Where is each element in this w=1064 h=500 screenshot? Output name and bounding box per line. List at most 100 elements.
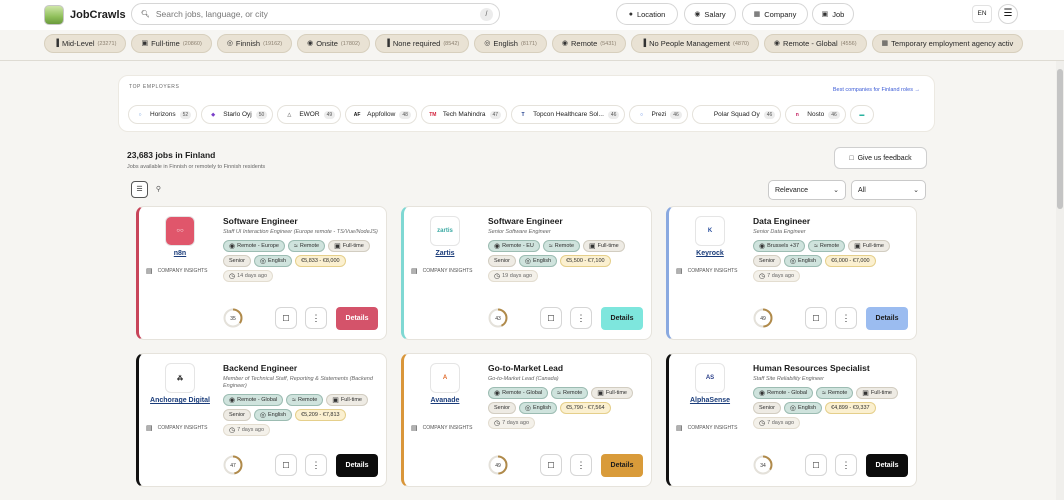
job-tag[interactable]: Senior xyxy=(488,255,516,267)
language-switch[interactable]: EN xyxy=(972,5,992,23)
filter-chip[interactable]: ▦ Temporary employment agency activ xyxy=(871,34,1024,53)
job-tag[interactable]: ◉ Remote - Global xyxy=(488,387,549,399)
sort-select[interactable]: Relevance ⌄ xyxy=(768,180,846,200)
job-tag[interactable]: ≈ Remote xyxy=(286,394,324,406)
employer-chip[interactable]: △ EWOR 49 xyxy=(277,105,342,124)
company-name-link[interactable]: n8n xyxy=(146,250,214,257)
company-insights[interactable]: ▤ COMPANY INSIGHTS xyxy=(411,267,475,275)
job-tag[interactable]: €5,790 - €7,564 xyxy=(560,402,611,414)
employer-chip[interactable]: ○ Prezi 46 xyxy=(629,105,688,124)
company-logo[interactable]: A xyxy=(430,363,460,393)
search-bar[interactable]: 🔍︎ / xyxy=(131,3,500,25)
job-title[interactable]: Human Resources Specialist xyxy=(753,363,911,373)
filter-chip[interactable]: ◉ Remote (5431) xyxy=(551,34,627,53)
filter-chip[interactable]: ◉ Remote - Global (4556) xyxy=(763,34,867,53)
bookmark-icon[interactable]: ☐ xyxy=(275,454,297,476)
list-view-icon[interactable]: ☰ xyxy=(131,181,148,198)
job-tag[interactable]: ▣ Full-time xyxy=(848,240,890,252)
job-tag[interactable]: Senior xyxy=(488,402,516,414)
employer-chip[interactable]: TM Tech Mahindra 47 xyxy=(420,105,508,124)
job-tag[interactable]: ▣ Full-time xyxy=(591,387,633,399)
company-logo[interactable]: ○○ xyxy=(165,216,195,246)
more-options-icon[interactable]: ⋮ xyxy=(570,307,592,329)
details-button[interactable]: Details xyxy=(866,307,908,330)
company-logo[interactable]: zartis xyxy=(430,216,460,246)
job-tag[interactable]: ◉ Remote - Global xyxy=(753,387,814,399)
search-input[interactable] xyxy=(155,9,466,19)
company-insights[interactable]: ▤ COMPANY INSIGHTS xyxy=(146,424,210,432)
employer-chip[interactable]: AF Appfollow 48 xyxy=(345,105,417,124)
more-options-icon[interactable]: ⋮ xyxy=(835,454,857,476)
job-tag[interactable]: ◷ 7 days ago xyxy=(753,270,801,282)
job-tag[interactable]: €4,899 - €9,337 xyxy=(825,402,876,414)
job-button[interactable]: ▣ Job xyxy=(812,3,854,25)
job-tag[interactable]: ◎ English xyxy=(518,255,558,267)
job-tag[interactable]: Senior xyxy=(753,255,781,267)
job-tag[interactable]: Senior xyxy=(223,409,251,421)
job-tag[interactable]: ◉ Remote - Global xyxy=(223,394,284,406)
employer-chip[interactable]: n Nosto 46 xyxy=(785,105,846,124)
company-button[interactable]: ▦ Company xyxy=(742,3,808,25)
filter-chip[interactable]: ◎ English (8171) xyxy=(474,34,547,53)
job-tag[interactable]: ▣ Full-time xyxy=(328,240,370,252)
filter-chip[interactable]: ▐ None required (8542) xyxy=(374,34,470,53)
location-button[interactable]: ● Location xyxy=(616,3,678,25)
job-tag[interactable]: ◎ English xyxy=(518,402,558,414)
job-tag[interactable]: ◎ English xyxy=(783,402,823,414)
job-tag[interactable]: €5,209 - €7,813 xyxy=(295,409,346,421)
hamburger-menu-icon[interactable]: ☰ xyxy=(998,4,1018,24)
company-name-link[interactable]: AlphaSense xyxy=(676,397,744,404)
job-tag[interactable]: €5,833 - €8,000 xyxy=(295,255,346,267)
scrollbar[interactable] xyxy=(1056,61,1064,500)
bookmark-icon[interactable]: ☐ xyxy=(275,307,297,329)
job-card[interactable]: A Avanade ▤ COMPANY INSIGHTS Go-to-Market Le… xyxy=(401,353,652,487)
bookmark-icon[interactable]: ☐ xyxy=(805,454,827,476)
job-card[interactable]: zartis Zartis ▤ COMPANY INSIGHTS Software En… xyxy=(401,206,652,340)
job-tag[interactable]: ◎ English xyxy=(783,255,823,267)
company-insights[interactable]: ▤ COMPANY INSIGHTS xyxy=(676,267,740,275)
job-tag[interactable]: Senior xyxy=(753,402,781,414)
employer-chip[interactable]: Polar Squad Oy 46 xyxy=(691,105,782,124)
bookmark-icon[interactable]: ☐ xyxy=(540,307,562,329)
company-name-link[interactable]: Anchorage Digital xyxy=(146,397,214,404)
job-tag[interactable]: €5,500 - €7,100 xyxy=(560,255,611,267)
job-tag[interactable]: ≈ Remote xyxy=(816,387,854,399)
details-button[interactable]: Details xyxy=(601,307,643,330)
filter-chip[interactable]: ◎ Finnish (19162) xyxy=(216,34,293,53)
job-tag[interactable]: ≈ Remote xyxy=(288,240,326,252)
more-options-icon[interactable]: ⋮ xyxy=(305,454,327,476)
job-tag[interactable]: ≈ Remote xyxy=(551,387,589,399)
job-tag[interactable]: ◉ Remote - Europe xyxy=(223,240,285,252)
salary-button[interactable]: ◉ Salary xyxy=(684,3,736,25)
map-view-icon[interactable]: ⚲ xyxy=(150,181,167,198)
job-title[interactable]: Software Engineer xyxy=(223,216,381,226)
filter-chip[interactable]: ▐ Mid-Level (23271) xyxy=(44,34,127,53)
company-insights[interactable]: ▤ COMPANY INSIGHTS xyxy=(676,424,740,432)
job-tag[interactable]: ◎ English xyxy=(253,409,293,421)
job-tag[interactable]: ▣ Full-time xyxy=(583,240,625,252)
bookmark-icon[interactable]: ☐ xyxy=(805,307,827,329)
job-tag[interactable]: Senior xyxy=(223,255,251,267)
employer-chip[interactable]: ▬ xyxy=(849,105,874,124)
job-tag[interactable]: ◷ 7 days ago xyxy=(488,417,536,429)
details-button[interactable]: Details xyxy=(336,454,378,477)
more-options-icon[interactable]: ⋮ xyxy=(570,454,592,476)
job-title[interactable]: Go-to-Market Lead xyxy=(488,363,646,373)
company-logo[interactable]: AS xyxy=(695,363,725,393)
company-insights[interactable]: ▤ COMPANY INSIGHTS xyxy=(411,424,475,432)
brand-logo[interactable]: JobCrawls xyxy=(44,5,126,25)
job-title[interactable]: Software Engineer xyxy=(488,216,646,226)
job-tag[interactable]: ≈ Remote xyxy=(542,240,581,252)
details-button[interactable]: Details xyxy=(866,454,908,477)
job-tag[interactable]: ◷ 19 days ago xyxy=(488,270,539,282)
job-tag[interactable]: ◷ 7 days ago xyxy=(753,417,801,429)
company-logo[interactable]: ⁂ xyxy=(165,363,195,393)
job-tag[interactable]: ◎ English xyxy=(253,255,293,267)
scrollbar-thumb[interactable] xyxy=(1057,69,1063,209)
details-button[interactable]: Details xyxy=(601,454,643,477)
best-companies-link[interactable]: Best companies for Finland roles → xyxy=(833,87,920,93)
job-tag[interactable]: ◷ 7 days ago xyxy=(223,424,271,436)
employer-chip[interactable]: ◆ Starlo Oyj 50 xyxy=(201,105,274,124)
job-tag[interactable]: ≈ Remote xyxy=(808,240,846,252)
bookmark-icon[interactable]: ☐ xyxy=(540,454,562,476)
